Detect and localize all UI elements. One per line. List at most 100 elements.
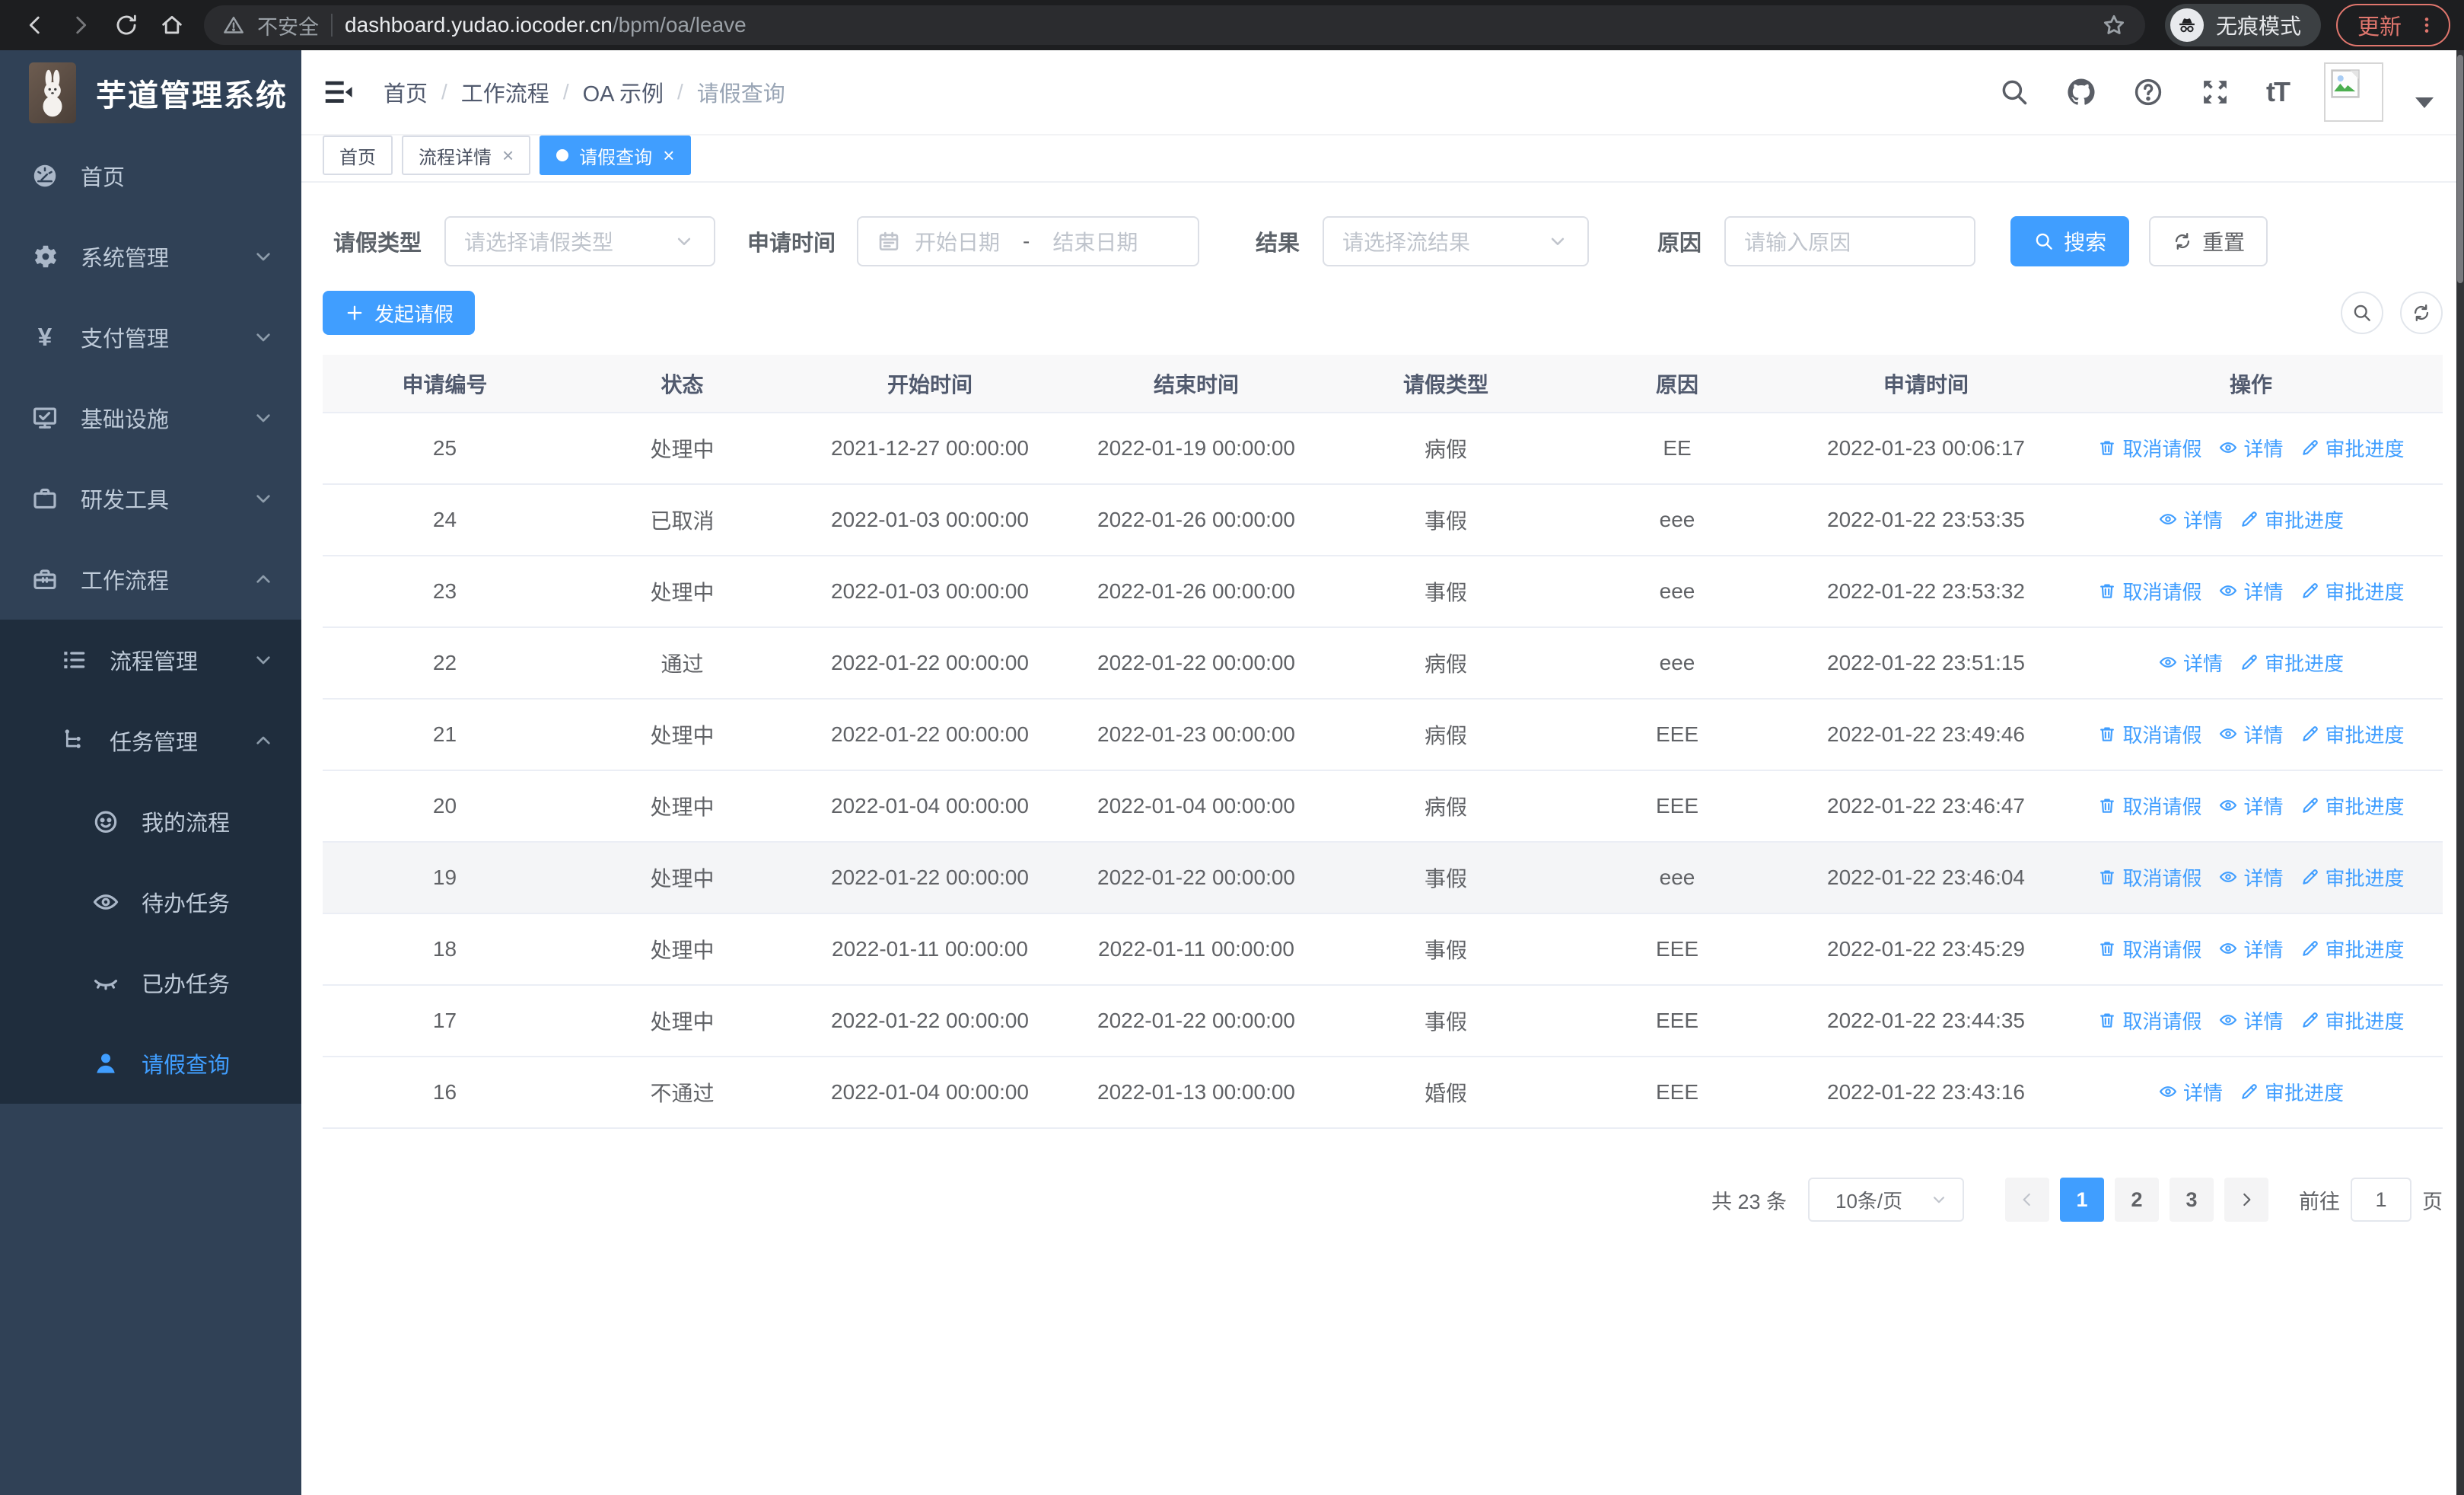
cancel-action-link[interactable]: 取消请假 bbox=[2097, 792, 2201, 820]
progress-action-link[interactable]: 审批进度 bbox=[2300, 792, 2405, 820]
cancel-action-link[interactable]: 取消请假 bbox=[2097, 935, 2201, 963]
action-label: 详情 bbox=[2243, 437, 2284, 461]
app-logo bbox=[29, 62, 76, 123]
detail-action-link[interactable]: 详情 bbox=[2218, 434, 2284, 462]
trash-icon bbox=[2097, 438, 2117, 457]
cancel-action-link[interactable]: 取消请假 bbox=[2097, 863, 2201, 891]
url-path: /bpm/oa/leave bbox=[612, 13, 747, 37]
goto-page-input[interactable]: 1 bbox=[2351, 1178, 2411, 1222]
fullscreen-icon[interactable] bbox=[2199, 76, 2231, 108]
detail-action-link[interactable]: 详情 bbox=[2218, 935, 2284, 963]
tab-close-icon[interactable]: × bbox=[663, 145, 674, 165]
reset-button[interactable]: 重置 bbox=[2149, 216, 2268, 266]
sidebar-item-system[interactable]: 系统管理 bbox=[0, 216, 301, 297]
refresh-table-button[interactable] bbox=[2400, 292, 2443, 334]
sidebar-item-my-process[interactable]: 我的流程 bbox=[0, 781, 301, 862]
sidebar-item-workflow[interactable]: 工作流程 bbox=[0, 539, 301, 620]
progress-action-link[interactable]: 审批进度 bbox=[2300, 720, 2405, 748]
reason-label: 原因 bbox=[1657, 231, 1702, 256]
progress-action-link[interactable]: 审批进度 bbox=[2300, 935, 2405, 963]
cancel-action-link[interactable]: 取消请假 bbox=[2097, 1006, 2201, 1034]
reason-input[interactable]: 请输入原因 bbox=[1724, 216, 1976, 266]
tab-close-icon[interactable]: × bbox=[502, 145, 514, 165]
detail-action-link[interactable]: 详情 bbox=[2158, 1078, 2223, 1106]
search-icon[interactable] bbox=[1998, 76, 2030, 108]
scrollbar-thumb[interactable] bbox=[2457, 55, 2463, 283]
leave-type-select[interactable]: 请选择请假类型 bbox=[444, 216, 716, 266]
sidebar-item-payment[interactable]: ¥ 支付管理 bbox=[0, 297, 301, 378]
breadcrumb-item[interactable]: 工作流程 bbox=[461, 76, 549, 108]
result-select[interactable]: 请选择流结果 bbox=[1323, 216, 1590, 266]
tab-home[interactable]: 首页 bbox=[323, 135, 393, 175]
cell-reason: EEE bbox=[1561, 770, 1793, 843]
detail-action-link[interactable]: 详情 bbox=[2218, 720, 2284, 748]
date-range-picker[interactable]: 开始日期 - 结束日期 bbox=[857, 216, 1200, 266]
detail-action-link[interactable]: 详情 bbox=[2218, 1006, 2284, 1034]
security-label: 不安全 bbox=[257, 15, 319, 39]
home-icon[interactable] bbox=[151, 4, 193, 46]
back-icon[interactable] bbox=[14, 4, 56, 46]
page-size-select[interactable]: 10条/页 bbox=[1808, 1178, 1964, 1222]
help-icon[interactable] bbox=[2132, 76, 2164, 108]
page-1-button[interactable]: 1 bbox=[2060, 1178, 2104, 1222]
avatar[interactable] bbox=[2324, 62, 2383, 122]
breadcrumb-item[interactable]: 首页 bbox=[384, 76, 428, 108]
progress-action-link[interactable]: 审批进度 bbox=[2300, 1006, 2405, 1034]
cancel-action-link[interactable]: 取消请假 bbox=[2097, 577, 2201, 605]
sidebar-item-todo-tasks[interactable]: 待办任务 bbox=[0, 862, 301, 942]
sidebar-item-done-tasks[interactable]: 已办任务 bbox=[0, 942, 301, 1023]
cell-applied: 2022-01-22 23:53:35 bbox=[1793, 484, 2059, 556]
tab-leave-query[interactable]: 请假查询 × bbox=[540, 135, 692, 175]
detail-action-link[interactable]: 详情 bbox=[2218, 577, 2284, 605]
eye-icon bbox=[2158, 1082, 2178, 1101]
detail-action-link[interactable]: 详情 bbox=[2218, 863, 2284, 891]
breadcrumb-item[interactable]: OA 示例 bbox=[583, 76, 664, 108]
github-icon[interactable] bbox=[2065, 76, 2097, 108]
progress-action-link[interactable]: 审批进度 bbox=[2300, 577, 2405, 605]
column-header: 申请时间 bbox=[1793, 355, 2059, 413]
create-leave-button[interactable]: 发起请假 bbox=[323, 291, 476, 335]
detail-action-link[interactable]: 详情 bbox=[2158, 649, 2223, 677]
sidebar-item-home[interactable]: 首页 bbox=[0, 135, 301, 216]
detail-action-link[interactable]: 详情 bbox=[2158, 505, 2223, 534]
sidebar-item-task-mgmt[interactable]: 任务管理 bbox=[0, 700, 301, 781]
reload-icon[interactable] bbox=[105, 4, 148, 46]
bookmark-star-icon[interactable] bbox=[2101, 12, 2127, 38]
filter-form: 请假类型 请选择请假类型 申请时间 开始日期 - 结束日期 结果 请选择流结果 … bbox=[323, 216, 2443, 266]
prev-page-button[interactable] bbox=[2005, 1178, 2049, 1222]
page-2-button[interactable]: 2 bbox=[2115, 1178, 2159, 1222]
progress-action-link[interactable]: 审批进度 bbox=[2240, 1078, 2344, 1106]
next-page-button[interactable] bbox=[2224, 1178, 2268, 1222]
progress-action-link[interactable]: 审批进度 bbox=[2300, 434, 2405, 462]
sidebar-item-process-mgmt[interactable]: 流程管理 bbox=[0, 620, 301, 700]
progress-action-link[interactable]: 审批进度 bbox=[2300, 863, 2405, 891]
sidebar-item-dev-tools[interactable]: 研发工具 bbox=[0, 458, 301, 539]
sidebar-item-infrastructure[interactable]: 基础设施 bbox=[0, 378, 301, 458]
cancel-action-link[interactable]: 取消请假 bbox=[2097, 434, 2201, 462]
cell-end: 2022-01-23 00:00:00 bbox=[1062, 699, 1330, 771]
sidebar-collapse-icon[interactable] bbox=[321, 75, 356, 110]
cell-type: 事假 bbox=[1330, 556, 1561, 628]
update-chip[interactable]: 更新 bbox=[2335, 4, 2450, 46]
kebab-menu-icon[interactable] bbox=[2417, 12, 2437, 38]
not-secure-icon[interactable] bbox=[222, 14, 245, 37]
forward-icon[interactable] bbox=[59, 4, 102, 46]
pen-icon bbox=[2300, 724, 2320, 744]
font-size-icon[interactable]: tT bbox=[2266, 76, 2291, 108]
cell-start: 2022-01-03 00:00:00 bbox=[797, 484, 1062, 556]
cancel-action-link[interactable]: 取消请假 bbox=[2097, 720, 2201, 748]
search-button[interactable]: 搜索 bbox=[2010, 216, 2130, 266]
avatar-caret-icon[interactable] bbox=[2415, 97, 2434, 108]
page-3-button[interactable]: 3 bbox=[2170, 1178, 2214, 1222]
page-scrollbar[interactable] bbox=[2456, 50, 2464, 1495]
toggle-search-button[interactable] bbox=[2341, 292, 2383, 334]
detail-action-link[interactable]: 详情 bbox=[2218, 792, 2284, 820]
eye-icon bbox=[2218, 867, 2238, 887]
action-label: 取消请假 bbox=[2122, 795, 2202, 818]
sidebar-item-leave-query[interactable]: 请假查询 bbox=[0, 1023, 301, 1104]
progress-action-link[interactable]: 审批进度 bbox=[2240, 505, 2344, 534]
address-bar[interactable]: 不安全 dashboard.yudao.iocoder.cn/bpm/oa/le… bbox=[204, 5, 2145, 45]
browser-toolbar: 不安全 dashboard.yudao.iocoder.cn/bpm/oa/le… bbox=[0, 0, 2464, 50]
tab-process-detail[interactable]: 流程详情 × bbox=[402, 135, 531, 175]
progress-action-link[interactable]: 审批进度 bbox=[2240, 649, 2344, 677]
